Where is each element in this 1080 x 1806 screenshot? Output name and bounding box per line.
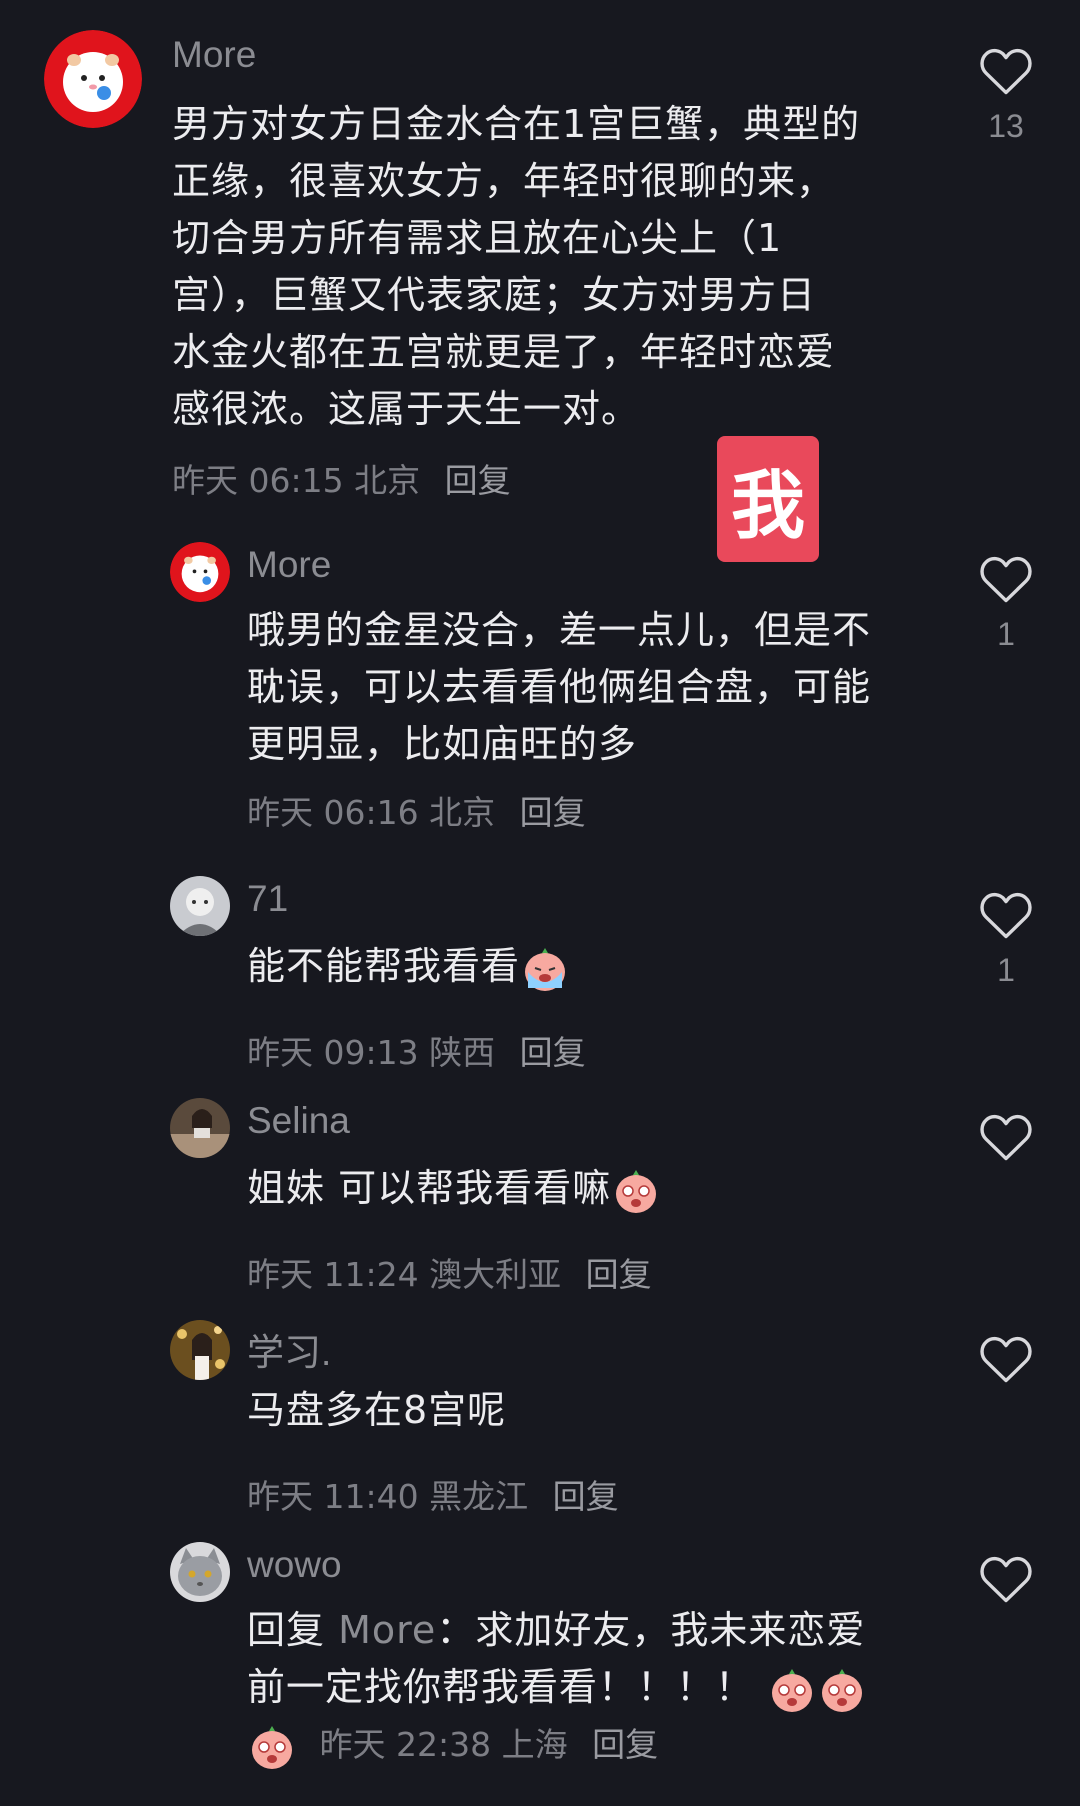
reply-button[interactable]: 回复 (553, 1477, 619, 1516)
comment-line: 哦男的金星没合，差一点儿，但是不 (247, 608, 872, 652)
heart-outline-icon (980, 49, 1032, 95)
username[interactable]: Selina (247, 1100, 350, 1142)
comment-line: 男方对女方日金水合在1宫巨蟹，典型的 (172, 102, 861, 146)
comment-line: 回复 More：求加好友，我未来恋爱 (247, 1608, 866, 1652)
avatar[interactable] (44, 30, 142, 128)
like-count: 1 (997, 952, 1015, 988)
comment-line: 感很浓。这属于天生一对。 (172, 387, 641, 431)
heart-outline-icon (980, 1115, 1032, 1161)
comment-location: 黑龙江 (429, 1477, 529, 1516)
comment-location: 陕西 (429, 1033, 496, 1072)
like-button[interactable] (976, 1112, 1036, 1174)
heart-outline-icon (980, 557, 1032, 603)
comment-meta: 昨天 11:40 黑龙江 回复 (247, 1470, 619, 1518)
avatar[interactable] (170, 876, 230, 936)
reply-button[interactable]: 回复 (586, 1255, 652, 1294)
comment-line: 前一定找你帮我看看！！！！ (247, 1659, 947, 1716)
comment-text: 能不能帮我看看 (247, 938, 570, 995)
like-button[interactable]: 13 (976, 46, 1036, 145)
username[interactable]: 学习. (247, 1322, 331, 1376)
comment-location: 北京 (354, 461, 421, 500)
comment-line: 切合男方所有需求且放在心尖上（1 (172, 216, 783, 260)
comment-meta: 昨天 09:13 陕西 回复 (247, 1026, 586, 1074)
comment-item: More 男方对女方日金水合在1宫巨蟹，典型的 正缘，很喜欢女方，年轻时很聊的来… (0, 30, 1080, 500)
avatar[interactable] (170, 1320, 230, 1380)
heart-outline-icon (980, 1557, 1032, 1603)
username[interactable]: 71 (247, 878, 288, 920)
avatar[interactable] (170, 1542, 230, 1602)
comment-meta: 昨天 22:38 上海 回复 (247, 1718, 658, 1772)
comment-text: 男方对女方日金水合在1宫巨蟹，典型的 正缘，很喜欢女方，年轻时很聊的来， 切合男… (172, 96, 932, 438)
crying-face-emoji (525, 947, 566, 991)
like-count: 13 (988, 108, 1024, 144)
like-button[interactable] (976, 1554, 1036, 1616)
username[interactable]: wowo (247, 1544, 342, 1586)
username[interactable]: More (172, 34, 256, 76)
comment-line: 耽误，可以去看看他俩组合盘，可能 (247, 665, 872, 709)
comment-location: 北京 (429, 793, 496, 832)
reply-prefix: 回复 (247, 1608, 326, 1652)
comment-line: 宫），巨蟹又代表家庭；女方对男方日 (172, 273, 817, 317)
comment-meta: 昨天 06:16 北京 回复 (247, 786, 586, 834)
heart-outline-icon (980, 1337, 1032, 1383)
me-badge: 我 (717, 436, 819, 562)
like-button[interactable]: 1 (976, 890, 1036, 989)
avatar[interactable] (170, 542, 230, 602)
comment-text: 哦男的金星没合，差一点儿，但是不 耽误，可以去看看他俩组合盘，可能 更明显，比如… (247, 602, 947, 773)
like-button[interactable]: 1 (976, 554, 1036, 653)
comment-time: 昨天 11:24 (247, 1255, 419, 1294)
reply-button[interactable]: 回复 (445, 461, 511, 500)
comment-time: 昨天 06:15 (172, 461, 344, 500)
username[interactable]: More (247, 544, 331, 586)
shocked-face-emoji (616, 1169, 657, 1213)
reply-button[interactable]: 回复 (592, 1725, 658, 1764)
like-count: 1 (997, 616, 1015, 652)
comment-text: 马盘多在8宫呢 (247, 1388, 507, 1432)
comments-screen: More 男方对女方日金水合在1宫巨蟹，典型的 正缘，很喜欢女方，年轻时很聊的来… (0, 0, 1080, 1806)
comment-location: 澳大利亚 (429, 1255, 562, 1294)
avatar[interactable] (170, 1098, 230, 1158)
comment-line: 正缘，很喜欢女方，年轻时很聊的来， (172, 159, 836, 203)
comment-time: 昨天 06:16 (247, 793, 419, 832)
shocked-face-emoji (772, 1668, 813, 1712)
reply-button[interactable]: 回复 (520, 1033, 586, 1072)
comment-location: 上海 (501, 1725, 568, 1764)
reply-button[interactable]: 回复 (520, 793, 586, 832)
comment-time: 昨天 11:40 (247, 1477, 419, 1516)
comment-meta: 昨天 06:15 北京 回复 (172, 454, 511, 502)
comment-line: 更明显，比如庙旺的多 (247, 722, 638, 766)
mention-link[interactable]: More (338, 1608, 436, 1652)
shocked-face-emoji (822, 1668, 863, 1712)
comment-meta: 昨天 11:24 澳大利亚 回复 (247, 1248, 652, 1296)
comment-text: 回复 More：求加好友，我未来恋爱 前一定找你帮我看看！！！！ (247, 1602, 947, 1716)
comment-time: 昨天 09:13 (247, 1033, 419, 1072)
comment-text: 姐妹 可以帮我看看嘛 (247, 1160, 661, 1217)
heart-outline-icon (980, 893, 1032, 939)
shocked-face-emoji (252, 1725, 292, 1769)
comment-time: 昨天 22:38 (319, 1725, 492, 1764)
comment-line: 水金火都在五宫就更是了，年轻时恋爱 (172, 330, 836, 374)
like-button[interactable] (976, 1334, 1036, 1396)
